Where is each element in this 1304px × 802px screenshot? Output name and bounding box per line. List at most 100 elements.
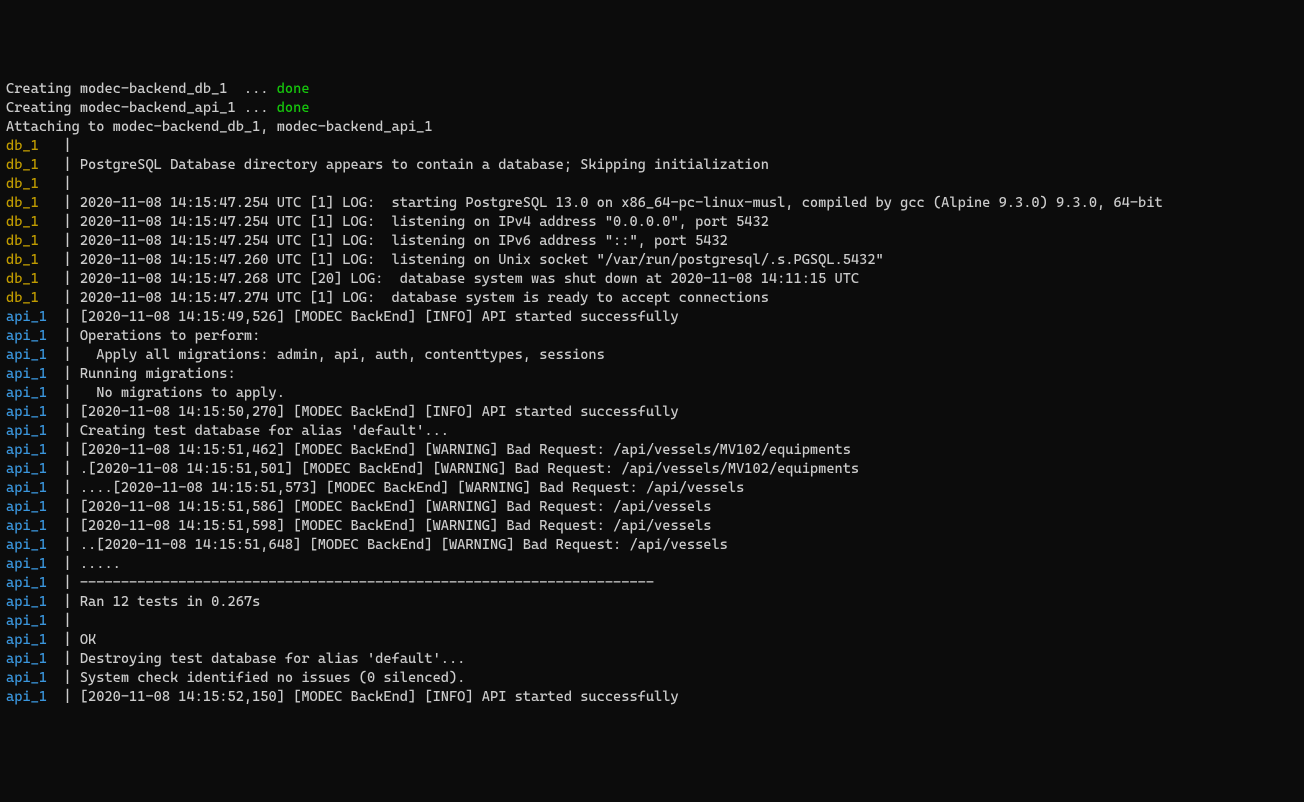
log-message: PostgreSQL Database directory appears to… [80,157,769,173]
log-line: api_1 | [2020-11-08 14:15:52,150] [MODEC… [6,688,1298,707]
service-prefix: api_1 [6,556,63,572]
pipe-separator: | [63,404,79,420]
service-prefix: api_1 [6,575,63,591]
service-prefix: api_1 [6,651,63,667]
pipe-separator: | [63,689,79,705]
log-line: api_1 | --------------------------------… [6,574,1298,593]
log-line: db_1 | [6,137,1298,156]
log-message: ....[2020-11-08 14:15:51,573] [MODEC Bac… [80,480,744,496]
log-message: 2020-11-08 14:15:47.268 UTC [20] LOG: da… [80,271,859,287]
pipe-separator: | [63,461,79,477]
service-prefix: api_1 [6,404,63,420]
log-line: api_1 | Apply all migrations: admin, api… [6,346,1298,365]
log-message: [2020-11-08 14:15:49,526] [MODEC BackEnd… [80,309,679,325]
log-line: api_1 | OK [6,631,1298,650]
log-message: 2020-11-08 14:15:47.254 UTC [1] LOG: lis… [80,214,769,230]
service-prefix: api_1 [6,442,63,458]
pipe-separator: | [63,157,79,173]
log-line: api_1 | .[2020-11-08 14:15:51,501] [MODE… [6,460,1298,479]
service-prefix: api_1 [6,480,63,496]
service-prefix: api_1 [6,594,63,610]
pipe-separator: | [63,518,79,534]
service-prefix: api_1 [6,670,63,686]
header-line: Creating modec-backend_db_1 ... done [6,80,1298,99]
log-line: api_1 | [2020-11-08 14:15:51,462] [MODEC… [6,441,1298,460]
log-message: 2020-11-08 14:15:47.260 UTC [1] LOG: lis… [80,252,884,268]
service-prefix: api_1 [6,518,63,534]
log-line: api_1 | Creating test database for alias… [6,422,1298,441]
service-prefix: api_1 [6,537,63,553]
pipe-separator: | [63,328,79,344]
header-line: Creating modec-backend_api_1 ... done [6,99,1298,118]
log-line: api_1 | [2020-11-08 14:15:51,586] [MODEC… [6,498,1298,517]
log-message: No migrations to apply. [80,385,285,401]
service-prefix: api_1 [6,632,63,648]
pipe-separator: | [63,176,79,192]
log-line: api_1 | Ran 12 tests in 0.267s [6,593,1298,612]
log-line: api_1 | ..[2020-11-08 14:15:51,648] [MOD… [6,536,1298,555]
pipe-separator: | [63,366,79,382]
log-line: api_1 | ..... [6,555,1298,574]
log-message: Apply all migrations: admin, api, auth, … [80,347,605,363]
pipe-separator: | [63,214,79,230]
log-message: Destroying test database for alias 'defa… [80,651,466,667]
pipe-separator: | [63,556,79,572]
log-message: [2020-11-08 14:15:51,462] [MODEC BackEnd… [80,442,851,458]
log-message: [2020-11-08 14:15:51,598] [MODEC BackEnd… [80,518,712,534]
service-prefix: api_1 [6,461,63,477]
pipe-separator: | [63,537,79,553]
log-message: [2020-11-08 14:15:50,270] [MODEC BackEnd… [80,404,679,420]
log-message: [2020-11-08 14:15:51,586] [MODEC BackEnd… [80,499,712,515]
service-prefix: db_1 [6,214,63,230]
log-message: ----------------------------------------… [80,575,654,591]
log-line: db_1 | 2020-11-08 14:15:47.254 UTC [1] L… [6,213,1298,232]
service-prefix: db_1 [6,138,63,154]
log-message: Operations to perform: [80,328,260,344]
log-line: api_1 | Operations to perform: [6,327,1298,346]
log-message: [2020-11-08 14:15:52,150] [MODEC BackEnd… [80,689,679,705]
log-message: ..... [80,556,121,572]
pipe-separator: | [63,347,79,363]
pipe-separator: | [63,499,79,515]
log-message: Running migrations: [80,366,236,382]
pipe-separator: | [63,252,79,268]
log-line: db_1 | [6,175,1298,194]
pipe-separator: | [63,423,79,439]
service-prefix: db_1 [6,233,63,249]
pipe-separator: | [63,309,79,325]
header-segment: Creating modec-backend_api_1 ... [6,100,277,116]
pipe-separator: | [63,651,79,667]
log-message: Creating test database for alias 'defaul… [80,423,449,439]
log-line: db_1 | 2020-11-08 14:15:47.254 UTC [1] L… [6,232,1298,251]
log-line: api_1 | System check identified no issue… [6,669,1298,688]
service-prefix: db_1 [6,271,63,287]
service-prefix: api_1 [6,347,63,363]
pipe-separator: | [63,632,79,648]
log-message: .[2020-11-08 14:15:51,501] [MODEC BackEn… [80,461,859,477]
pipe-separator: | [63,290,79,306]
service-prefix: api_1 [6,366,63,382]
pipe-separator: | [63,613,79,629]
header-segment: done [277,81,310,97]
service-prefix: db_1 [6,252,63,268]
log-line: db_1 | 2020-11-08 14:15:47.274 UTC [1] L… [6,289,1298,308]
log-line: api_1 | ....[2020-11-08 14:15:51,573] [M… [6,479,1298,498]
log-message: System check identified no issues (0 sil… [80,670,466,686]
header-segment: done [277,100,310,116]
log-message: ..[2020-11-08 14:15:51,648] [MODEC BackE… [80,537,728,553]
log-line: api_1 | [2020-11-08 14:15:50,270] [MODEC… [6,403,1298,422]
pipe-separator: | [63,385,79,401]
log-line: db_1 | 2020-11-08 14:15:47.268 UTC [20] … [6,270,1298,289]
pipe-separator: | [63,138,79,154]
header-line: Attaching to modec-backend_db_1, modec-b… [6,118,1298,137]
pipe-separator: | [63,271,79,287]
header-segment: Attaching to modec-backend_db_1, modec-b… [6,119,433,135]
header-segment: Creating modec-backend_db_1 ... [6,81,277,97]
log-line: api_1 | No migrations to apply. [6,384,1298,403]
terminal-output[interactable]: Creating modec-backend_db_1 ... doneCrea… [6,80,1298,707]
log-message: Ran 12 tests in 0.267s [80,594,260,610]
log-line: api_1 | Running migrations: [6,365,1298,384]
pipe-separator: | [63,670,79,686]
log-message: 2020-11-08 14:15:47.274 UTC [1] LOG: dat… [80,290,769,306]
pipe-separator: | [63,442,79,458]
